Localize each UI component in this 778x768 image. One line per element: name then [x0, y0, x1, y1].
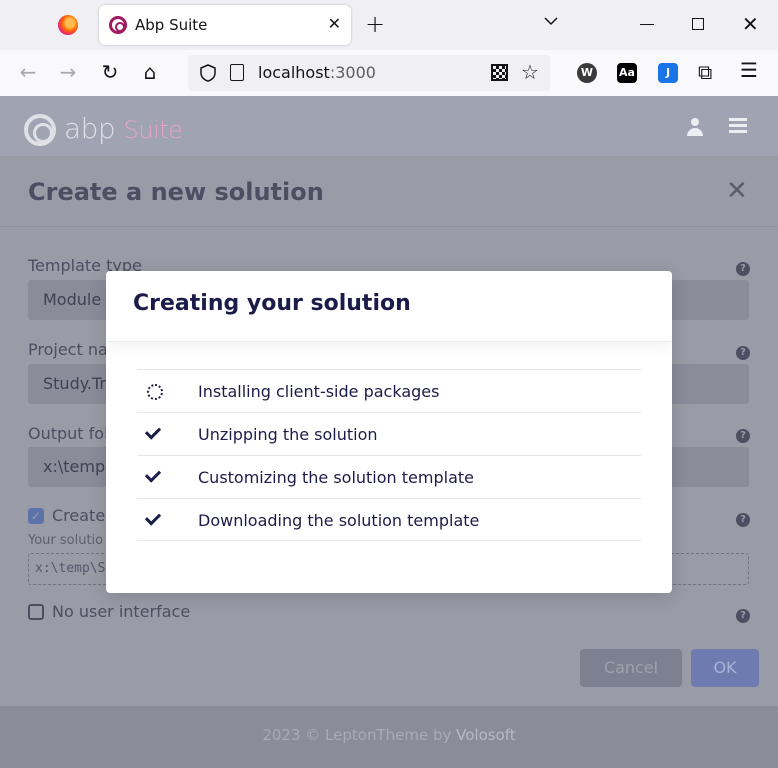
- app-logo[interactable]: abp Suite: [64, 112, 183, 145]
- ok-button[interactable]: OK: [691, 649, 759, 687]
- modal-title: Create a new solution: [28, 178, 324, 206]
- help-icon[interactable]: ?: [736, 346, 750, 360]
- footer-text: 2023 © LeptonTheme by Volosoft: [262, 726, 516, 744]
- abp-logo-icon: [24, 114, 56, 146]
- new-tab-button[interactable]: +: [365, 10, 385, 38]
- list-item: Installing client-side packages: [137, 369, 641, 412]
- help-icon[interactable]: ?: [736, 262, 750, 276]
- modal-divider: [0, 226, 778, 227]
- tab-close-icon[interactable]: ✕: [328, 14, 341, 33]
- dialog-title: Creating your solution: [133, 291, 411, 316]
- browser-tab[interactable]: Abp Suite ✕: [99, 5, 351, 45]
- back-arrow-icon[interactable]: ←: [16, 60, 40, 84]
- minimize-icon[interactable]: [640, 24, 654, 25]
- browser-nav-bar: ← → ↻ ⌂ localhost:3000 ☆ W Aa J ⧉ ☰: [0, 50, 778, 96]
- checkmark-icon: [144, 466, 162, 483]
- help-icon[interactable]: ?: [736, 429, 750, 443]
- shield-icon[interactable]: [200, 64, 216, 82]
- user-icon[interactable]: [686, 118, 704, 136]
- app-footer: 2023 © LeptonTheme by Volosoft: [0, 708, 778, 768]
- extensions-puzzle-icon[interactable]: ⧉: [698, 60, 712, 84]
- step-label: Downloading the solution template: [198, 511, 480, 530]
- app-header: abp Suite: [0, 96, 778, 158]
- step-label: Customizing the solution template: [198, 468, 474, 487]
- modal-close-icon[interactable]: ✕: [726, 176, 748, 206]
- chevron-down-icon[interactable]: [542, 12, 560, 30]
- step-label: Installing client-side packages: [198, 382, 440, 401]
- list-item: Customizing the solution template: [137, 455, 641, 498]
- bookmark-star-icon[interactable]: ☆: [521, 60, 539, 84]
- no-ui-checkbox[interactable]: [28, 604, 44, 620]
- extension-aa-icon[interactable]: Aa: [617, 63, 637, 83]
- hamburger-menu-icon[interactable]: [729, 118, 747, 134]
- output-folder-label: Output fol: [28, 424, 109, 443]
- cancel-button[interactable]: Cancel: [580, 649, 682, 687]
- forward-arrow-icon[interactable]: →: [56, 60, 80, 84]
- maximize-icon[interactable]: [692, 18, 704, 30]
- create-checkbox-label[interactable]: Create: [52, 506, 105, 525]
- window-close-icon[interactable]: ✕: [742, 12, 759, 36]
- page-icon[interactable]: [230, 64, 244, 81]
- firefox-icon[interactable]: [58, 15, 78, 35]
- dialog-header: Creating your solution: [106, 271, 672, 342]
- creating-solution-dialog: Creating your solution Installing client…: [106, 271, 672, 593]
- step-list: Installing client-side packages Unzippin…: [137, 369, 641, 541]
- step-label: Unzipping the solution: [198, 425, 378, 444]
- browser-tab-bar: Abp Suite ✕ + ✕: [0, 0, 778, 50]
- help-icon[interactable]: ?: [736, 513, 750, 527]
- project-name-label: Project na: [28, 340, 108, 359]
- create-checkbox[interactable]: ✓: [28, 508, 44, 524]
- home-icon[interactable]: ⌂: [138, 60, 162, 84]
- list-item: Downloading the solution template: [137, 498, 641, 541]
- url-text[interactable]: localhost:3000: [258, 63, 376, 82]
- solution-path-hint: Your solutio: [28, 533, 104, 548]
- extension-j-icon[interactable]: J: [658, 63, 678, 83]
- spinner-icon: [147, 384, 163, 400]
- extension-w-icon[interactable]: W: [577, 63, 597, 83]
- help-icon[interactable]: ?: [736, 609, 750, 623]
- checkmark-icon: [144, 509, 162, 526]
- browser-menu-icon[interactable]: ☰: [740, 58, 758, 82]
- list-item: Unzipping the solution: [137, 412, 641, 455]
- url-bar[interactable]: localhost:3000 ☆: [188, 55, 550, 91]
- abp-favicon-icon: [109, 16, 127, 34]
- tab-title: Abp Suite: [135, 16, 208, 34]
- reload-icon[interactable]: ↻: [98, 60, 122, 84]
- checkmark-icon: [144, 423, 162, 440]
- qr-code-icon[interactable]: [491, 64, 508, 81]
- footer-brand-link[interactable]: Volosoft: [456, 726, 516, 744]
- no-ui-checkbox-label[interactable]: No user interface: [52, 602, 190, 621]
